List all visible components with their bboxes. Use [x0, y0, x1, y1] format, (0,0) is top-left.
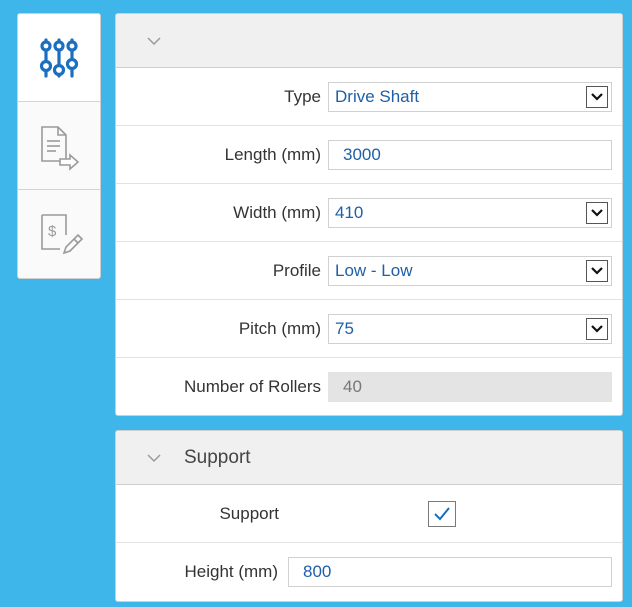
rail-item-configure[interactable]	[18, 14, 100, 102]
type-value: Drive Shaft	[335, 86, 420, 106]
rollers-readonly-field: 40	[328, 372, 612, 402]
support-label: Support	[219, 503, 279, 523]
svg-text:$: $	[48, 223, 57, 240]
profile-row: Profile Low - Low	[116, 242, 622, 300]
chevron-down-icon	[591, 208, 603, 217]
profile-select[interactable]: Low - Low	[328, 255, 612, 286]
dropdown-button[interactable]	[586, 317, 608, 340]
chevron-down-icon	[147, 453, 161, 462]
length-label: Length (mm)	[224, 144, 321, 164]
chevron-down-icon	[591, 324, 603, 333]
width-value: 410	[335, 202, 364, 222]
sliders-icon	[39, 37, 79, 78]
support-row: Support	[116, 485, 622, 543]
dropdown-button[interactable]	[586, 259, 608, 282]
support-checkbox[interactable]	[428, 500, 456, 527]
chevron-down-icon	[591, 92, 603, 101]
width-select[interactable]: 410	[328, 197, 612, 228]
support-panel-header[interactable]: Support	[116, 431, 622, 485]
length-row: Length (mm)	[116, 126, 622, 184]
invoice-edit-icon: $	[41, 214, 84, 255]
type-label: Type	[284, 86, 321, 106]
length-input[interactable]	[328, 139, 612, 170]
pitch-select[interactable]: 75	[328, 313, 612, 344]
type-row: Type Drive Shaft	[116, 68, 622, 126]
pitch-row: Pitch (mm) 75	[116, 300, 622, 358]
profile-label: Profile	[272, 260, 321, 280]
document-export-icon	[41, 125, 80, 171]
support-panel-title: Support	[184, 446, 251, 468]
rollers-label: Number of Rollers	[184, 377, 321, 396]
width-label: Width (mm)	[233, 202, 321, 222]
general-panel-header[interactable]	[116, 14, 622, 68]
width-row: Width (mm) 410	[116, 184, 622, 242]
rollers-value: 40	[343, 377, 362, 396]
profile-value: Low - Low	[335, 260, 413, 280]
checkmark-icon	[434, 506, 450, 520]
height-label: Height (mm)	[184, 562, 278, 581]
pitch-value: 75	[335, 318, 354, 338]
rail-item-quote[interactable]: $	[18, 190, 100, 278]
general-panel: Type Drive Shaft Length (mm) Width (mm) …	[115, 13, 623, 416]
chevron-down-icon	[591, 266, 603, 275]
height-row: Height (mm)	[116, 543, 622, 601]
dropdown-button[interactable]	[586, 201, 608, 224]
tool-rail: $	[17, 13, 101, 279]
dropdown-button[interactable]	[586, 85, 608, 108]
support-panel: Support Support Height (mm)	[115, 430, 623, 602]
rail-item-export[interactable]	[18, 102, 100, 190]
rollers-row: Number of Rollers 40	[116, 358, 622, 415]
height-input[interactable]	[288, 557, 612, 587]
pitch-label: Pitch (mm)	[238, 318, 321, 338]
chevron-down-icon	[147, 36, 161, 45]
type-select[interactable]: Drive Shaft	[328, 81, 612, 112]
